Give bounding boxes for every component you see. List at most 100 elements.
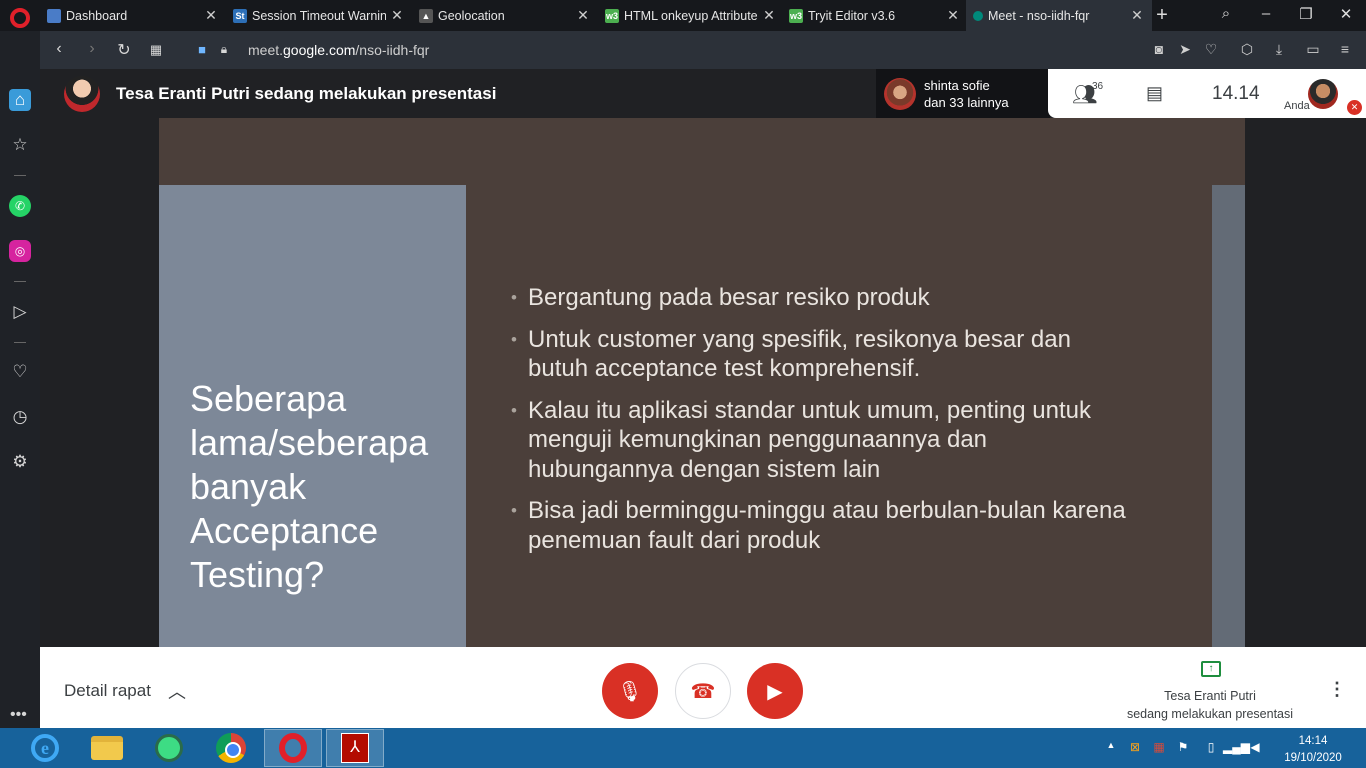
personal-news-icon[interactable]: ♡: [9, 361, 31, 383]
opera-menu-icon[interactable]: [10, 8, 30, 28]
folder-icon: [91, 736, 123, 760]
battery-icon[interactable]: ▯: [1203, 740, 1219, 754]
whatsapp-icon[interactable]: ✆: [9, 195, 31, 217]
heart-icon[interactable]: ♡: [1202, 41, 1220, 58]
flow-icon[interactable]: ▷: [9, 301, 31, 323]
instagram-icon[interactable]: ◎: [9, 240, 31, 262]
mic-off-icon: 🎙︎: [617, 680, 643, 703]
snapshot-icon[interactable]: ◙: [1150, 41, 1168, 57]
android-studio-taskbar-button[interactable]: [140, 729, 198, 767]
tabs-grid-icon[interactable]: ▦: [146, 42, 166, 58]
forward-icon[interactable]: ›: [82, 40, 102, 58]
hang-up-icon: ☎︎: [690, 680, 716, 703]
speed-dial-icon[interactable]: ⌂: [9, 89, 31, 111]
leave-call-button[interactable]: ☎︎: [675, 663, 731, 719]
tab-dashboard[interactable]: Dashboard ✕: [40, 0, 226, 31]
chrome-taskbar-button[interactable]: [202, 729, 260, 767]
camera-indicator-icon[interactable]: ■: [192, 42, 212, 57]
close-tab-icon[interactable]: ✕: [386, 7, 408, 24]
chevron-up-icon[interactable]: ︿: [168, 678, 186, 704]
history-icon[interactable]: ◷: [9, 406, 31, 428]
presenter-avatar: [64, 76, 100, 112]
tab-session-timeout[interactable]: St Session Timeout Warning ✕: [226, 0, 412, 31]
url-path: /nso-iidh-fqr: [355, 42, 430, 58]
windows-taskbar: e ⅄ ▲ ⊠ ▦ ⚑ ▯ ▂▄▆ ◀︎ 14:14 19/10/2020: [0, 728, 1366, 768]
internet-explorer-taskbar-button[interactable]: e: [16, 729, 74, 767]
present-screen-icon[interactable]: ↑: [1201, 661, 1221, 677]
tab-label: Geolocation: [438, 8, 505, 23]
participant-count: 36: [1092, 81, 1104, 92]
battery-saver-icon[interactable]: ▭: [1304, 41, 1322, 58]
slide-accent-strip: [1212, 185, 1245, 647]
taskbar-time: 14:14: [1298, 735, 1328, 747]
presentation-status[interactable]: Tesa Eranti Putri sedang melakukan prese…: [1110, 687, 1310, 723]
presenter-title: Tesa Eranti Putri sedang melakukan prese…: [116, 84, 497, 103]
slide-heading: Seberapa lama/seberapa banyak Acceptance…: [190, 378, 429, 595]
bookmarks-icon[interactable]: ☆: [9, 134, 31, 156]
mic-muted-icon: ✕: [1347, 100, 1362, 115]
presentation-status-text: sedang melakukan presentasi: [1126, 707, 1294, 721]
screen: Dashboard ✕ St Session Timeout Warning ✕…: [0, 0, 1366, 768]
action-center-flag-icon[interactable]: ⚑: [1175, 740, 1191, 754]
tab-meet[interactable]: Meet - nso-iidh-fqr ✕: [966, 0, 1152, 31]
close-tab-icon[interactable]: ✕: [758, 7, 780, 24]
camera-off-icon: ▶︎: [767, 680, 783, 703]
meeting-details-button[interactable]: Detail rapat: [64, 681, 151, 701]
app-tray-icon[interactable]: ▦: [1151, 740, 1167, 754]
tab-label: Session Timeout Warning: [252, 8, 386, 23]
slide-bullet: Untuk customer yang spesifik, resikonya …: [511, 325, 1131, 384]
slide-bullet: Bisa jadi berminggu-minggu atau berbulan…: [511, 496, 1131, 555]
search-tabs-icon[interactable]: ⌕: [1216, 5, 1236, 22]
camera-toggle-button[interactable]: ▶︎: [747, 663, 803, 719]
restore-icon[interactable]: ❐: [1296, 5, 1316, 23]
minimize-icon[interactable]: –: [1256, 5, 1276, 22]
lock-icon[interactable]: 🔒︎: [214, 42, 234, 57]
tab-geolocation[interactable]: ▲ Geolocation ✕: [412, 0, 598, 31]
presentation-status-name: Tesa Eranti Putri: [1164, 689, 1256, 703]
opera-icon: [279, 733, 307, 763]
show-hidden-icons-icon[interactable]: ▲: [1103, 740, 1119, 750]
download-icon[interactable]: ⤓: [1270, 41, 1288, 58]
self-label: Anda: [1284, 100, 1310, 112]
easy-setup-icon[interactable]: ≡: [1336, 41, 1354, 57]
chat-icon[interactable]: ▤: [1146, 83, 1163, 104]
address-bar: ‹ › ↻ ▦ ■ 🔒︎ meet.google.com/nso-iidh-fq…: [40, 31, 1366, 69]
speaker-name: shinta sofie dan 33 lainnya: [924, 77, 1009, 111]
settings-icon[interactable]: ⚙: [9, 451, 31, 473]
sidebar-divider: [14, 175, 26, 176]
meeting-clock: 14.14: [1212, 83, 1260, 104]
opera-sidebar: ⌂ ☆ ✆ ◎ ▷ ♡ ◷ ⚙ •••: [0, 31, 40, 728]
sidebar-more-icon[interactable]: •••: [10, 706, 27, 724]
close-tab-icon[interactable]: ✕: [1126, 7, 1148, 24]
sidebar-divider: [14, 342, 26, 343]
acrobat-taskbar-button[interactable]: ⅄: [326, 729, 384, 767]
slide-bullet: Kalau itu aplikasi standar untuk umum, p…: [511, 396, 1131, 485]
close-tab-icon[interactable]: ✕: [200, 7, 222, 24]
url-field[interactable]: meet.google.com/nso-iidh-fqr: [248, 42, 429, 58]
self-avatar[interactable]: [1308, 79, 1338, 109]
tab-tryit-editor[interactable]: w3 Tryit Editor v3.6 ✕: [782, 0, 968, 31]
volume-icon[interactable]: ◀︎: [1247, 740, 1263, 754]
more-options-icon[interactable]: ⋮: [1328, 679, 1346, 700]
network-signal-icon[interactable]: ▂▄▆: [1223, 740, 1250, 754]
tab-html-onkeyup[interactable]: w3 HTML onkeyup Attribute ✕: [598, 0, 784, 31]
close-tab-icon[interactable]: ✕: [942, 7, 964, 24]
w3-favicon-icon: w3: [789, 8, 803, 23]
mic-toggle-button[interactable]: 🎙︎: [602, 663, 658, 719]
pdf-icon: ⅄: [341, 733, 369, 763]
new-tab-button[interactable]: +: [1152, 4, 1172, 27]
close-tab-icon[interactable]: ✕: [572, 7, 594, 24]
send-icon[interactable]: ➤: [1176, 41, 1194, 58]
close-window-icon[interactable]: ✕: [1336, 5, 1356, 23]
opera-taskbar-button[interactable]: [264, 729, 322, 767]
tab-label: Dashboard: [66, 8, 128, 23]
taskbar-clock[interactable]: 14:14 19/10/2020: [1278, 733, 1348, 767]
reload-icon[interactable]: ↻: [114, 40, 134, 60]
active-speaker-tile[interactable]: shinta sofie dan 33 lainnya: [876, 69, 1050, 118]
cube-icon[interactable]: ⬡: [1238, 41, 1256, 58]
back-icon[interactable]: ‹: [49, 40, 69, 58]
file-explorer-taskbar-button[interactable]: [78, 729, 136, 767]
xampp-tray-icon[interactable]: ⊠: [1127, 740, 1143, 754]
tab-label: HTML onkeyup Attribute: [624, 8, 758, 23]
meet-top-bar: Tesa Eranti Putri sedang melakukan prese…: [40, 69, 1366, 118]
